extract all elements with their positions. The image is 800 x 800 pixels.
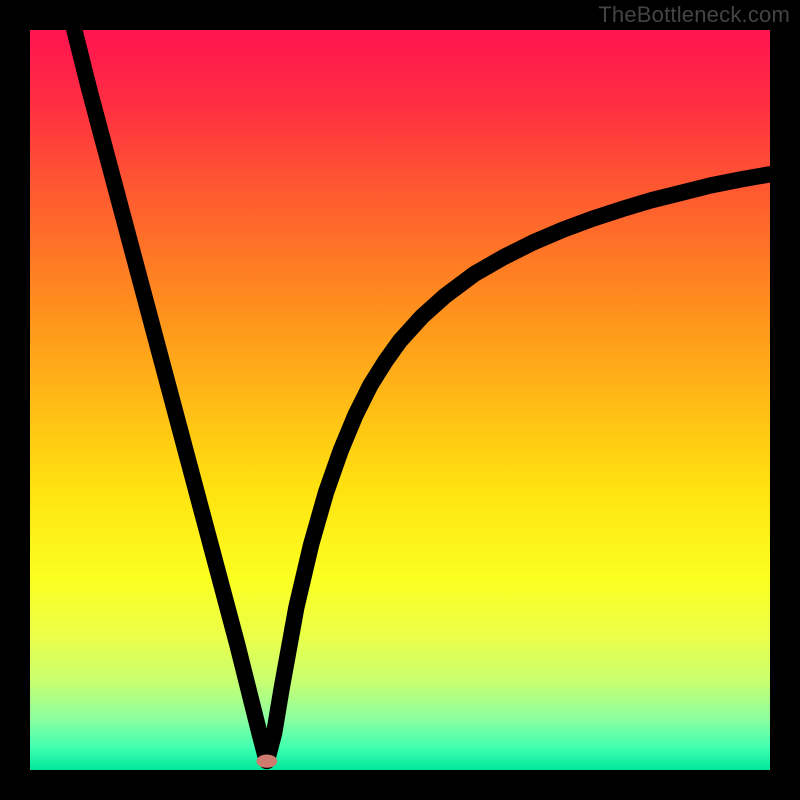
optimal-point-marker	[256, 754, 277, 767]
watermark-text: TheBottleneck.com	[598, 2, 790, 28]
gradient-background	[30, 30, 770, 770]
chart-frame: TheBottleneck.com	[0, 0, 800, 800]
bottleneck-chart	[30, 30, 770, 770]
